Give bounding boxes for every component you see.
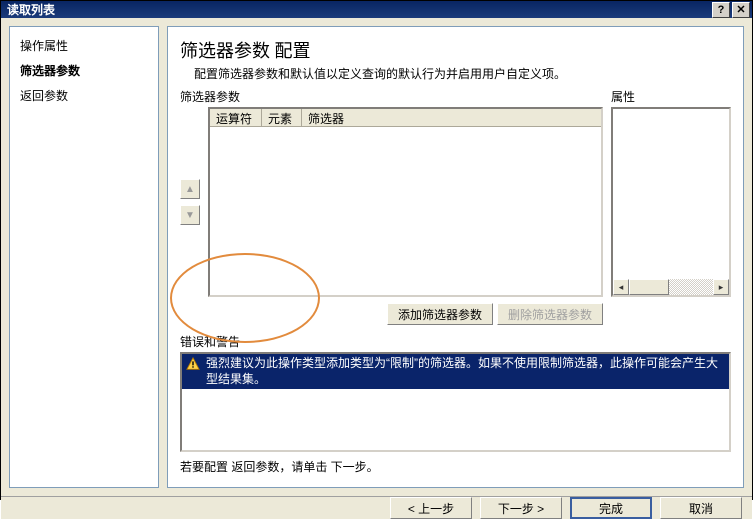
close-button[interactable]: ✕ [732, 2, 750, 18]
sidebar-item-label: 返回参数 [20, 89, 68, 103]
sidebar-item-label: 筛选器参数 [20, 64, 80, 78]
footer-hint: 若要配置 返回参数，请单击 下一步。 [180, 458, 731, 477]
properties-label: 属性 [611, 88, 731, 105]
titlebar: 读取列表 ? ✕ [1, 1, 752, 18]
filter-params-section: 筛选器参数 ▲ ▼ 运算符 元素 筛选器 [180, 88, 603, 325]
page-title: 筛选器参数 配置 [180, 37, 731, 63]
sidebar-item-filter-params[interactable]: 筛选器参数 [14, 58, 154, 83]
help-button[interactable]: ? [712, 2, 730, 18]
move-down-button[interactable]: ▼ [180, 205, 200, 225]
move-up-button[interactable]: ▲ [180, 179, 200, 199]
properties-content [613, 109, 729, 295]
grid-body [210, 127, 601, 295]
add-filter-button[interactable]: 添加筛选器参数 [387, 303, 493, 325]
button-bar: < 上一步 下一步 > 完成 取消 [1, 496, 752, 519]
titlebar-buttons: ? ✕ [712, 2, 750, 18]
properties-section: 属性 ◂ ▸ [611, 88, 731, 325]
sidebar-item-operation-properties[interactable]: 操作属性 [14, 33, 154, 58]
filter-grid[interactable]: 运算符 元素 筛选器 [208, 107, 603, 297]
scroll-left-icon[interactable]: ◂ [613, 279, 629, 295]
errors-label: 错误和警告 [180, 333, 731, 350]
col-element[interactable]: 元素 [262, 109, 302, 126]
window-title: 读取列表 [7, 1, 712, 18]
filter-buttons: 添加筛选器参数 删除筛选器参数 [180, 303, 603, 325]
main-panel: 筛选器参数 配置 配置筛选器参数和默认值以定义查询的默认行为并启用用户自定义项。… [167, 26, 744, 488]
sidebar: 操作属性 筛选器参数 返回参数 [9, 26, 159, 488]
finish-button[interactable]: 完成 [570, 497, 652, 519]
error-row[interactable]: 强烈建议为此操作类型添加类型为“限制”的筛选器。如果不使用限制筛选器，此操作可能… [182, 354, 729, 389]
warning-icon [186, 357, 200, 371]
properties-box: ◂ ▸ [611, 107, 731, 297]
scroll-track[interactable] [629, 279, 713, 295]
reorder-buttons: ▲ ▼ [180, 107, 202, 297]
scroll-thumb[interactable] [629, 279, 669, 295]
remove-filter-button: 删除筛选器参数 [497, 303, 603, 325]
body: 操作属性 筛选器参数 返回参数 筛选器参数 配置 配置筛选器参数和默认值以定义查… [1, 18, 752, 496]
sidebar-item-return-params[interactable]: 返回参数 [14, 83, 154, 108]
grid-row: ▲ ▼ 运算符 元素 筛选器 [180, 107, 603, 297]
upper-row: 筛选器参数 ▲ ▼ 运算符 元素 筛选器 [180, 88, 731, 325]
dialog-window: 读取列表 ? ✕ 操作属性 筛选器参数 返回参数 筛选器参数 配置 配置筛选器参… [0, 0, 753, 500]
page-description: 配置筛选器参数和默认值以定义查询的默认行为并启用用户自定义项。 [180, 65, 731, 82]
error-text: 强烈建议为此操作类型添加类型为“限制”的筛选器。如果不使用限制筛选器，此操作可能… [206, 356, 725, 387]
sidebar-item-label: 操作属性 [20, 39, 68, 53]
back-button[interactable]: < 上一步 [390, 497, 472, 519]
filter-params-label: 筛选器参数 [180, 88, 603, 105]
col-operator[interactable]: 运算符 [210, 109, 262, 126]
next-button[interactable]: 下一步 > [480, 497, 562, 519]
grid-header: 运算符 元素 筛选器 [210, 109, 601, 127]
errors-section: 错误和警告 强烈建议为此操作类型添加类型为“限制”的筛选器。如果不使用限制筛选器… [180, 333, 731, 452]
scroll-right-icon[interactable]: ▸ [713, 279, 729, 295]
errors-box: 强烈建议为此操作类型添加类型为“限制”的筛选器。如果不使用限制筛选器，此操作可能… [180, 352, 731, 452]
col-filter[interactable]: 筛选器 [302, 109, 601, 126]
cancel-button[interactable]: 取消 [660, 497, 742, 519]
properties-scrollbar[interactable]: ◂ ▸ [613, 279, 729, 295]
